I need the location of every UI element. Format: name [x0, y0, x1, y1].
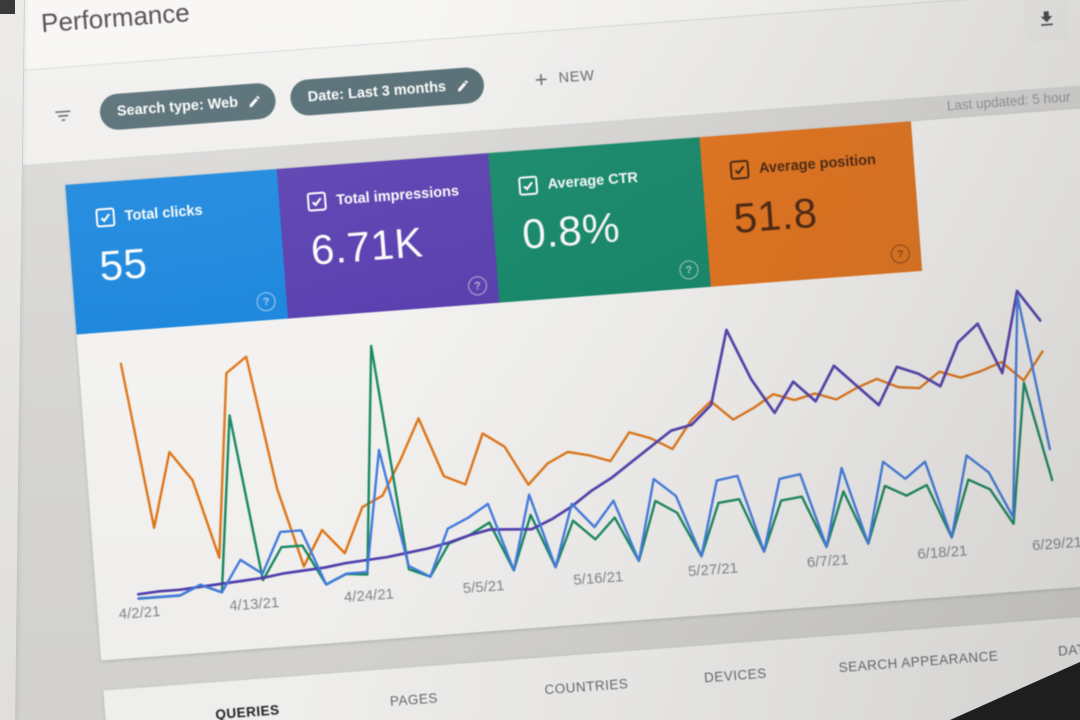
- filter-chip-label: Date: Last 3 months: [307, 79, 447, 106]
- tab-queries[interactable]: QUERIES: [215, 702, 280, 720]
- pencil-icon: [458, 80, 469, 92]
- performance-panel: Total clicks 55 ? Total impressions 6.71…: [65, 105, 1080, 661]
- metric-card-value: 0.8%: [520, 203, 622, 258]
- help-icon[interactable]: ?: [255, 291, 277, 312]
- metric-card[interactable]: Average position 51.8 ?: [699, 121, 923, 287]
- tab-search-appearance[interactable]: SEARCH APPEARANCE: [838, 648, 999, 675]
- tab-devices[interactable]: DEVICES: [704, 666, 768, 686]
- metric-card[interactable]: Average CTR 0.8% ?: [488, 137, 711, 303]
- checkbox-checked-icon[interactable]: [517, 175, 539, 196]
- metric-card-label: Average CTR: [547, 169, 639, 193]
- checkbox-checked-icon[interactable]: [729, 159, 750, 181]
- checkbox-checked-icon[interactable]: [95, 207, 116, 228]
- tab-dates[interactable]: DATES: [1058, 640, 1080, 658]
- metric-card-value: 6.71K: [309, 218, 425, 274]
- metric-card[interactable]: Total impressions 6.71K ?: [276, 153, 500, 319]
- metric-card-label: Average position: [758, 151, 877, 177]
- metric-card-value: 51.8: [731, 188, 819, 242]
- metric-card-label: Total clicks: [124, 202, 204, 225]
- tab-countries[interactable]: COUNTRIES: [544, 676, 629, 697]
- metric-card-label: Total impressions: [335, 182, 460, 209]
- metric-card-header: Total clicks: [95, 195, 280, 228]
- filter-chip[interactable]: Date: Last 3 months: [289, 66, 486, 117]
- help-icon[interactable]: ?: [467, 275, 488, 296]
- new-filter-label: NEW: [557, 67, 596, 87]
- download-icon: [1040, 11, 1053, 26]
- bezel-corner-top-left: [0, 0, 15, 14]
- filter-list-icon[interactable]: [51, 105, 74, 127]
- export-button[interactable]: [1023, 0, 1071, 43]
- help-icon[interactable]: ?: [678, 259, 700, 281]
- filter-chip[interactable]: Search type: Web: [98, 81, 278, 132]
- metric-card-header: Average position: [729, 147, 914, 181]
- metric-card[interactable]: Total clicks 55 ?: [65, 169, 288, 335]
- metric-card-value: 55: [97, 239, 149, 290]
- page-title: Performance: [40, 0, 191, 39]
- search-console-ui: Performance Search type: Web Date: Last …: [0, 0, 1080, 720]
- filter-chip-label: Search type: Web: [116, 94, 239, 120]
- new-filter-button[interactable]: + NEW: [528, 63, 602, 92]
- metric-card-header: Total impressions: [306, 179, 492, 212]
- tab-pages[interactable]: PAGES: [389, 690, 438, 709]
- plus-icon: +: [533, 66, 549, 93]
- screen-photo: Performance Search type: Web Date: Last …: [0, 0, 1080, 720]
- metric-card-header: Average CTR: [517, 163, 703, 196]
- help-icon[interactable]: ?: [890, 243, 911, 265]
- filter-chips: Search type: Web Date: Last 3 months: [98, 65, 501, 132]
- pencil-icon: [250, 95, 260, 108]
- series-average-position: [119, 350, 1044, 568]
- checkbox-checked-icon[interactable]: [306, 191, 327, 212]
